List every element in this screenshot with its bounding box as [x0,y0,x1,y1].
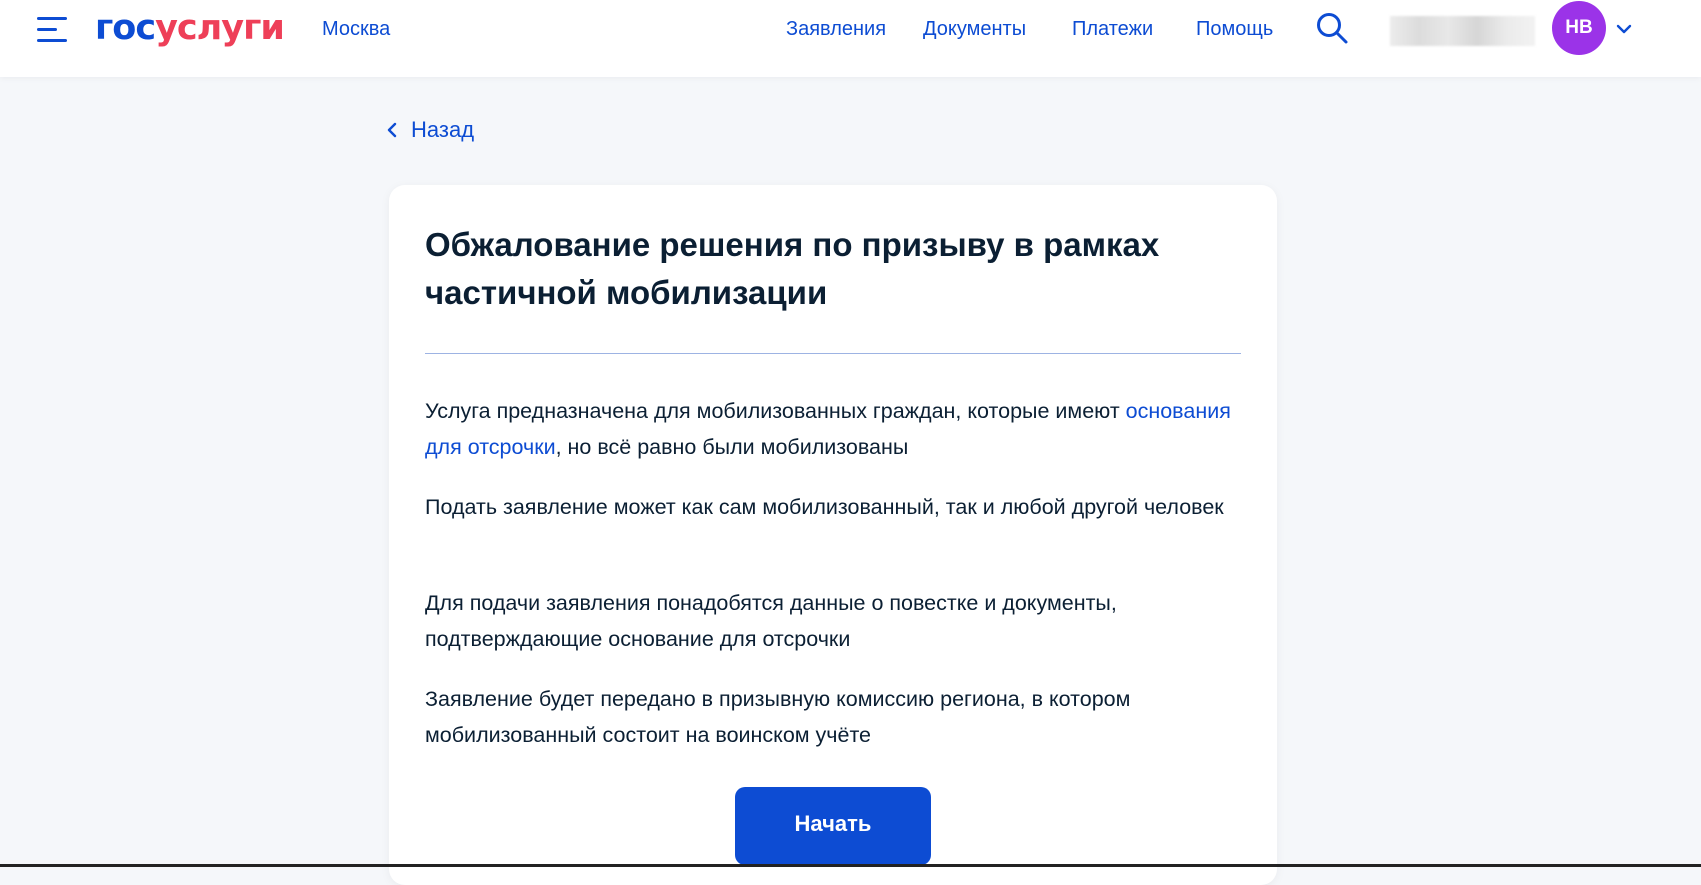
nav-payments[interactable]: Платежи [1072,16,1153,42]
chevron-left-icon [387,122,397,138]
avatar[interactable]: НВ [1552,1,1606,55]
city-selector[interactable]: Москва [322,16,390,42]
search-icon[interactable] [1315,11,1349,45]
nav-help[interactable]: Помощь [1196,16,1273,42]
p1-text-before: Услуга предназначена для мобилизованных … [425,399,1126,423]
service-card: Обжалование решения по призыву в рамках … [389,185,1277,885]
page-title: Обжалование решения по призыву в рамках … [425,226,1160,311]
start-button[interactable]: Начать [735,787,931,865]
nav-applications[interactable]: Заявления [786,16,886,42]
logo-part-gos: гос [95,8,156,48]
divider [425,353,1241,354]
top-header: госуслуги Москва Заявления Документы Пла… [0,0,1701,77]
p1-text-after: , но всё равно были мобилизованы [555,435,909,459]
description-paragraph-4: Заявление будет передано в призывную ком… [425,687,1131,747]
chevron-down-icon[interactable] [1615,20,1633,38]
burger-menu-icon[interactable] [37,17,67,43]
logo-part-uslugi: услуги [155,8,285,48]
back-label: Назад [411,117,475,142]
description-paragraph-1: Услуга предназначена для мобилизованных … [425,393,1241,465]
description-paragraph-3: Для подачи заявления понадобятся данные … [425,591,1117,651]
back-link[interactable]: Назад [387,115,474,145]
description-paragraph-2: Подать заявление может как сам мобилизов… [425,495,1224,519]
nav-documents[interactable]: Документы [923,16,1026,42]
gosuslugi-logo[interactable]: госуслуги [95,8,285,48]
